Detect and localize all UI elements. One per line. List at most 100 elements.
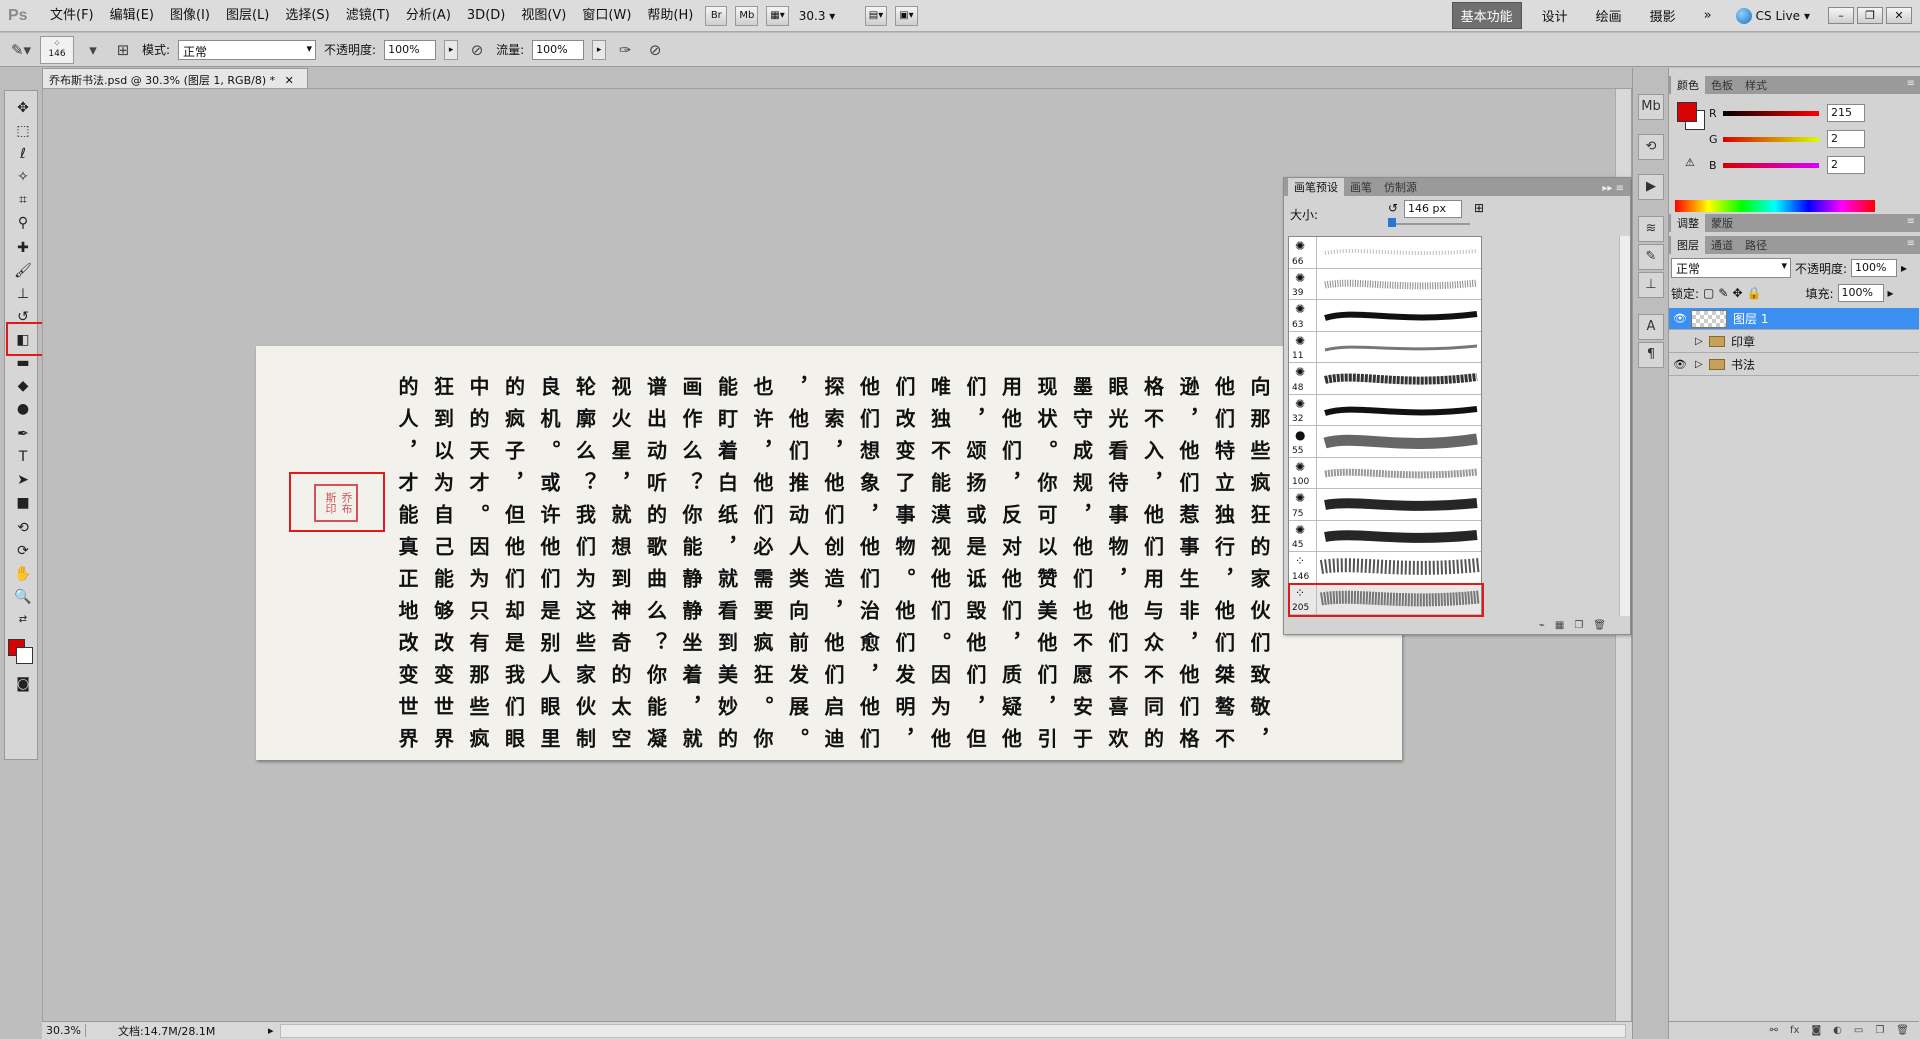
character-icon[interactable]: A bbox=[1638, 314, 1664, 340]
menu-edit[interactable]: 编辑(E) bbox=[102, 0, 162, 32]
lock-all-icon[interactable]: 🔒 bbox=[1747, 286, 1762, 300]
brush-preset-item[interactable]: ✺ 63 bbox=[1289, 300, 1481, 332]
close-tab-icon[interactable]: ✕ bbox=[285, 74, 294, 87]
lasso-tool-icon[interactable]: ℓ bbox=[14, 145, 32, 163]
background-color[interactable] bbox=[16, 647, 33, 664]
tab-channels[interactable]: 通道 bbox=[1705, 236, 1739, 254]
zoom-tool-icon[interactable]: 🔍 bbox=[14, 588, 32, 606]
mini-bridge-button[interactable]: Mb bbox=[735, 5, 759, 26]
workspace-design[interactable]: 设计 bbox=[1534, 3, 1576, 28]
mode-select[interactable]: 正常 bbox=[178, 39, 317, 60]
pen-tool-icon[interactable]: ✒ bbox=[14, 425, 32, 443]
brush-presets-icon[interactable]: ✎ bbox=[1638, 244, 1664, 270]
menu-file[interactable]: 文件(F) bbox=[42, 0, 102, 32]
blend-mode-select[interactable]: 正常 bbox=[1671, 258, 1791, 278]
actions-icon[interactable]: ▶ bbox=[1638, 174, 1664, 200]
layer-opacity-input[interactable]: 100% bbox=[1851, 259, 1898, 277]
lock-image-icon[interactable]: ✎ bbox=[1718, 286, 1728, 300]
toggle-brush-panel-icon[interactable]: ⊞ bbox=[112, 39, 134, 61]
brush-preset-picker[interactable]: ⁘ 146 bbox=[40, 35, 74, 64]
blue-value-input[interactable]: 2 bbox=[1827, 156, 1865, 174]
close-icon[interactable]: ✕ bbox=[1886, 7, 1912, 24]
panel-menu-icon[interactable]: ≡ bbox=[1907, 216, 1915, 227]
add-mask-icon[interactable]: ◙ bbox=[1811, 1025, 1821, 1036]
expand-triangle-icon[interactable]: ▷ bbox=[1695, 336, 1705, 347]
new-preset-icon[interactable]: ❐ bbox=[1574, 620, 1583, 631]
swap-colors-icon[interactable]: ⇄ bbox=[14, 611, 32, 629]
reset-size-icon[interactable]: ↺ bbox=[1388, 201, 1398, 215]
expand-triangle-icon[interactable]: ▷ bbox=[1695, 359, 1705, 370]
brush-preset-item[interactable]: ✺ 11 bbox=[1289, 331, 1481, 363]
airbrush-icon[interactable]: ✑ bbox=[614, 39, 636, 61]
move-tool-icon[interactable]: ✥ bbox=[14, 99, 32, 117]
marquee-tool-icon[interactable]: ⬚ bbox=[14, 122, 32, 140]
brush-tool-preset-icon[interactable]: ✎▾ bbox=[10, 39, 32, 61]
tab-styles[interactable]: 样式 bbox=[1739, 76, 1773, 94]
new-brush-icon[interactable]: ⊞ bbox=[1474, 201, 1484, 215]
red-slider[interactable] bbox=[1723, 110, 1819, 116]
status-zoom[interactable]: 30.3% bbox=[42, 1024, 86, 1037]
tab-color[interactable]: 颜色 bbox=[1671, 76, 1705, 94]
panel-menu-icon[interactable]: ▸▸ ≡ bbox=[1596, 181, 1630, 196]
lock-transparent-icon[interactable]: ▢ bbox=[1703, 286, 1714, 300]
3d-rotate-tool-icon[interactable]: ⟲ bbox=[14, 519, 32, 537]
quick-select-tool-icon[interactable]: ✧ bbox=[14, 168, 32, 186]
link-layers-icon[interactable]: ⚯ bbox=[1770, 1025, 1778, 1036]
tab-brush-presets[interactable]: 画笔预设 bbox=[1288, 178, 1344, 196]
new-group-icon[interactable]: ▭ bbox=[1854, 1025, 1863, 1036]
pressure-size-icon[interactable]: ⊘ bbox=[644, 39, 666, 61]
document-tab[interactable]: 乔布斯书法.psd @ 30.3% (图层 1, RGB/8) * ✕ bbox=[42, 68, 308, 88]
workspace-painting[interactable]: 绘画 bbox=[1588, 3, 1630, 28]
type-tool-icon[interactable]: T bbox=[14, 448, 32, 466]
workspace-photography[interactable]: 摄影 bbox=[1642, 3, 1684, 28]
layer-group-row[interactable]: ▷ 印章 bbox=[1669, 331, 1919, 353]
3d-orbit-tool-icon[interactable]: ⟳ bbox=[14, 542, 32, 560]
flow-slider-button[interactable]: ▸ bbox=[592, 39, 607, 60]
crop-tool-icon[interactable]: ⌗ bbox=[14, 191, 32, 209]
brush-size-input[interactable]: 146 px bbox=[1404, 200, 1462, 218]
screen-mode-button[interactable]: ▣▾ bbox=[895, 5, 918, 26]
menu-layer[interactable]: 图层(L) bbox=[218, 0, 277, 32]
brush-list-scrollbar[interactable] bbox=[1619, 236, 1630, 616]
brush-panel-icon[interactable]: ≋ bbox=[1638, 216, 1664, 242]
panel-menu-icon[interactable]: ≡ bbox=[1907, 238, 1915, 249]
red-value-input[interactable]: 215 bbox=[1827, 104, 1865, 122]
clone-source-icon[interactable]: ⊥ bbox=[1638, 272, 1664, 298]
tab-clone-source[interactable]: 仿制源 bbox=[1378, 178, 1423, 196]
mini-bridge-icon[interactable]: Mb bbox=[1638, 94, 1664, 120]
brush-size-slider-handle[interactable] bbox=[1388, 218, 1396, 227]
visibility-eye-icon[interactable]: 👁 bbox=[1669, 358, 1691, 371]
layer-group-row[interactable]: 👁 ▷ 书法 bbox=[1669, 354, 1919, 376]
brush-preset-item[interactable]: ✺ 39 bbox=[1289, 268, 1481, 300]
delete-icon[interactable]: 🗑 bbox=[1593, 620, 1606, 631]
menu-view[interactable]: 视图(V) bbox=[513, 0, 574, 32]
green-slider[interactable] bbox=[1723, 136, 1819, 142]
status-menu-icon[interactable]: ▸ bbox=[268, 1024, 274, 1037]
tab-brush[interactable]: 画笔 bbox=[1344, 178, 1378, 196]
layer-row[interactable]: 👁 图层 1 bbox=[1669, 308, 1919, 330]
gamut-warning-icon[interactable]: ⚠ bbox=[1685, 156, 1695, 169]
opacity-slider-arrow[interactable]: ▸ bbox=[1901, 261, 1907, 275]
layer-style-icon[interactable]: fx bbox=[1790, 1025, 1799, 1036]
brush-preset-item[interactable]: ⁘ 146 bbox=[1289, 552, 1481, 584]
cs-live-button[interactable]: CS Live ▾ bbox=[1735, 7, 1810, 24]
eyedropper-tool-icon[interactable]: ⚲ bbox=[14, 214, 32, 232]
bridge-button[interactable]: Br bbox=[705, 5, 728, 26]
opacity-input[interactable]: 100% bbox=[384, 39, 437, 60]
tab-layers[interactable]: 图层 bbox=[1671, 236, 1705, 254]
blur-tool-icon[interactable]: ◆ bbox=[14, 377, 32, 395]
fill-slider-arrow[interactable]: ▸ bbox=[1888, 286, 1894, 300]
shape-tool-icon[interactable]: ■ bbox=[14, 494, 32, 512]
tab-masks[interactable]: 蒙版 bbox=[1705, 214, 1739, 232]
menu-filter[interactable]: 滤镜(T) bbox=[338, 0, 398, 32]
delete-layer-icon[interactable]: 🗑 bbox=[1896, 1025, 1909, 1036]
tab-paths[interactable]: 路径 bbox=[1739, 236, 1773, 254]
history-icon[interactable]: ⟲ bbox=[1638, 134, 1664, 160]
brush-preset-item[interactable]: ✺ 32 bbox=[1289, 394, 1481, 426]
menu-help[interactable]: 帮助(H) bbox=[639, 0, 701, 32]
zoom-dropdown[interactable]: 30.3 ▾ bbox=[799, 9, 855, 23]
tab-swatches[interactable]: 色板 bbox=[1705, 76, 1739, 94]
flow-input[interactable]: 100% bbox=[532, 39, 585, 60]
adjustment-layer-icon[interactable]: ◐ bbox=[1833, 1025, 1842, 1036]
restore-icon[interactable]: ❐ bbox=[1857, 7, 1883, 24]
